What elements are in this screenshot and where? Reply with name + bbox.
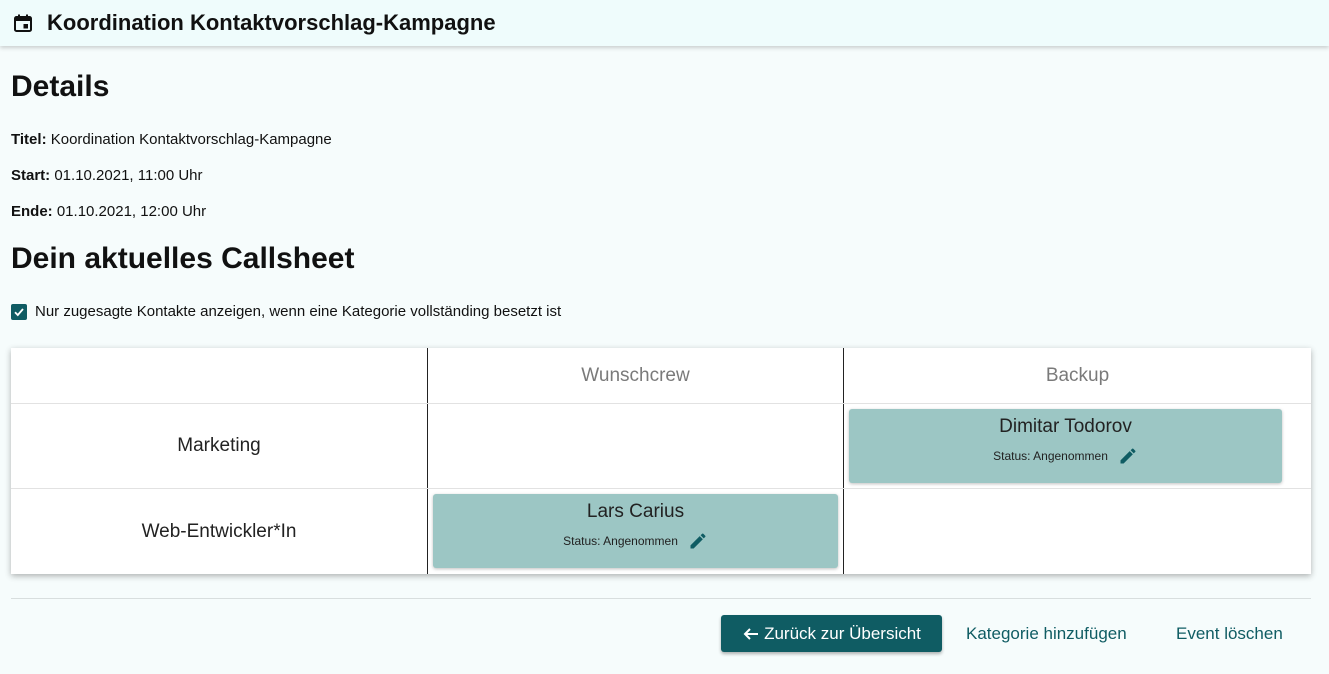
column-header-backup: Backup <box>1045 365 1110 386</box>
checkbox-label: Nur zugesagte Kontakte anzeigen, wenn ei… <box>35 303 562 320</box>
detail-start-value: 01.10.2021, 11:00 Uhr <box>54 167 203 184</box>
detail-end-label: Ende: <box>11 203 53 220</box>
details-heading: Details <box>11 70 110 103</box>
arrow-left-icon <box>743 627 759 640</box>
contact-name: Lars Carius <box>586 501 685 522</box>
contact-name: Dimitar Todorov <box>999 416 1132 437</box>
detail-start-label: Start: <box>11 167 51 184</box>
detail-title: Titel: Koordination Kontaktvorschlag-Kam… <box>11 131 332 148</box>
contact-card-lars-carius[interactable]: Lars Carius Status: Angenommen <box>433 494 838 568</box>
detail-title-value: Koordination Kontaktvorschlag-Kampagne <box>50 131 332 148</box>
edit-pencil-icon[interactable] <box>1118 446 1138 466</box>
category-label-marketing: Marketing <box>177 435 261 456</box>
detail-title-label: Titel: <box>11 131 47 148</box>
contact-status: Status: Angenommen <box>563 534 678 548</box>
column-divider <box>427 348 428 574</box>
back-to-overview-button[interactable]: Zurück zur Übersicht <box>721 615 942 652</box>
callsheet-table: Wunschcrew Backup Marketing Web-Entwickl… <box>11 348 1311 574</box>
confirmed-only-toggle[interactable]: Nur zugesagte Kontakte anzeigen, wenn ei… <box>11 303 561 320</box>
contact-card-dimitar-todorov[interactable]: Dimitar Todorov Status: Angenommen <box>849 409 1282 483</box>
category-label-web-entwickler: Web-Entwickler*In <box>141 520 297 542</box>
checkbox-checked[interactable] <box>11 303 27 320</box>
detail-end: Ende: 01.10.2021, 12:00 Uhr <box>11 203 206 220</box>
app-header: Koordination Kontaktvorschlag-Kampagne <box>0 0 1329 46</box>
edit-pencil-icon[interactable] <box>688 531 708 551</box>
callsheet-heading: Dein aktuelles Callsheet <box>11 242 355 275</box>
page-title: Koordination Kontaktvorschlag-Kampagne <box>47 10 496 35</box>
add-category-button[interactable]: Kategorie hinzufügen <box>966 615 1127 652</box>
footer-divider <box>11 598 1311 599</box>
column-header-empty <box>11 348 427 404</box>
back-button-label: Zurück zur Übersicht <box>764 623 921 643</box>
check-icon <box>14 307 24 316</box>
delete-event-button[interactable]: Event löschen <box>1176 615 1283 652</box>
detail-start: Start: 01.10.2021, 11:00 Uhr <box>11 167 203 184</box>
column-header-wunschcrew: Wunschcrew <box>581 365 690 386</box>
column-divider <box>843 348 844 574</box>
calendar-icon <box>14 14 32 32</box>
detail-end-value: 01.10.2021, 12:00 Uhr <box>56 203 207 220</box>
contact-status: Status: Angenommen <box>993 449 1108 463</box>
